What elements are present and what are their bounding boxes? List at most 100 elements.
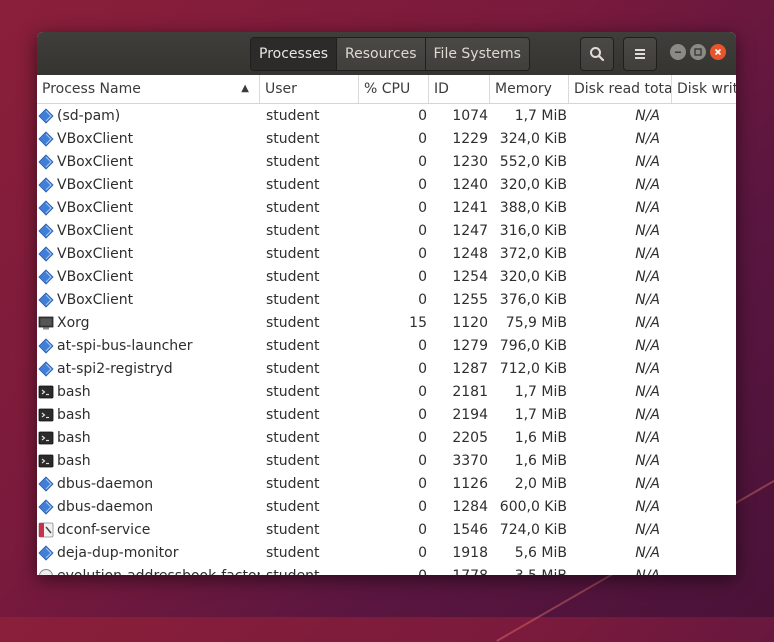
process-name-cell: VBoxClient	[37, 246, 260, 262]
user-cell: student	[266, 130, 320, 147]
cpu-cell: 0	[418, 245, 427, 262]
table-row[interactable]: evolution-addressbook-factorystudent0177…	[37, 564, 736, 575]
table-row[interactable]: bash student 0 2205 1,6 MiB N/A	[37, 426, 736, 449]
column-label: ID	[434, 81, 449, 97]
process-name-cell: VBoxClient	[37, 154, 260, 170]
diamond-icon	[38, 268, 54, 285]
view-switcher: Processes Resources File Systems	[250, 37, 530, 71]
terminal-icon	[38, 384, 54, 400]
memory-cell: 320,0 KiB	[499, 268, 567, 285]
table-row[interactable]: bash student 0 2181 1,7 MiB N/A	[37, 380, 736, 403]
tab-file-systems[interactable]: File Systems	[425, 38, 529, 70]
cpu-cell: 0	[418, 199, 427, 216]
table-row[interactable]: VBoxClient student 0 1241 388,0 KiB N/A	[37, 196, 736, 219]
maximize-button[interactable]	[690, 44, 706, 60]
memory-cell: 316,0 KiB	[499, 222, 567, 239]
process-name-cell: bash	[37, 430, 260, 446]
table-row[interactable]: dbus-daemon student 0 1284 600,0 KiB N/A	[37, 495, 736, 518]
disk-read-cell: N/A	[635, 176, 660, 193]
pid-cell: 2181	[452, 383, 488, 400]
memory-cell: 2,0 MiB	[514, 475, 567, 492]
diamond-icon	[38, 153, 54, 170]
disk-read-cell: N/A	[635, 130, 660, 147]
tab-processes[interactable]: Processes	[251, 38, 338, 70]
user-cell: student	[266, 544, 320, 561]
column-disk-read-total[interactable]: Disk read tota	[569, 75, 672, 103]
disk-read-cell: N/A	[635, 429, 660, 446]
column-label: Disk read tota	[574, 81, 672, 97]
hamburger-menu-icon	[635, 49, 645, 59]
table-row[interactable]: deja-dup-monitor student 0 1918 5,6 MiB N/A	[37, 541, 736, 564]
user-cell: student	[266, 107, 320, 124]
column-id[interactable]: ID	[429, 75, 490, 103]
process-name-cell: dconf-service	[37, 522, 260, 538]
cpu-cell: 15	[409, 314, 427, 331]
memory-cell: 1,7 MiB	[514, 406, 567, 423]
disk-read-cell: N/A	[635, 291, 660, 308]
user-cell: student	[266, 498, 320, 515]
column-label: % CPU	[364, 81, 411, 97]
memory-cell: 320,0 KiB	[499, 176, 567, 193]
memory-cell: 1,7 MiB	[514, 383, 567, 400]
diamond-icon	[38, 544, 54, 561]
table-row[interactable]: (sd-pam) student 0 1074 1,7 MiB N/A	[37, 104, 736, 127]
table-row[interactable]: VBoxClient student 0 1255 376,0 KiB N/A	[37, 288, 736, 311]
column-label: User	[265, 81, 297, 97]
process-name: VBoxClient	[57, 199, 134, 216]
column-header-row: Process Name ▲ User % CPU ID Memory Disk…	[37, 75, 736, 104]
close-button[interactable]	[710, 44, 726, 60]
cpu-cell: 0	[418, 107, 427, 124]
user-cell: student	[266, 475, 320, 492]
process-name: VBoxClient	[57, 222, 134, 239]
table-row[interactable]: dbus-daemon student 0 1126 2,0 MiB N/A	[37, 472, 736, 495]
diamond-icon	[38, 130, 54, 147]
table-row[interactable]: VBoxClient student 0 1248 372,0 KiB N/A	[37, 242, 736, 265]
table-row[interactable]: VBoxClient student 0 1240 320,0 KiB N/A	[37, 173, 736, 196]
column-user[interactable]: User	[260, 75, 359, 103]
column-disk-write[interactable]: Disk writ	[672, 75, 736, 103]
tab-resources[interactable]: Resources	[337, 38, 426, 70]
pid-cell: 1074	[452, 107, 488, 124]
memory-cell: 75,9 MiB	[505, 314, 567, 331]
user-cell: student	[266, 153, 320, 170]
diamond-icon	[38, 498, 54, 515]
table-row[interactable]: bash student 0 3370 1,6 MiB N/A	[37, 449, 736, 472]
memory-cell: 372,0 KiB	[499, 245, 567, 262]
table-row[interactable]: VBoxClient student 0 1229 324,0 KiB N/A	[37, 127, 736, 150]
table-row[interactable]: VBoxClient student 0 1254 320,0 KiB N/A	[37, 265, 736, 288]
table-row[interactable]: Xorg student 15 1120 75,9 MiB N/A	[37, 311, 736, 334]
process-name: VBoxClient	[57, 153, 134, 170]
disk-read-cell: N/A	[635, 107, 660, 124]
memory-cell: 3,5 MiB	[490, 568, 569, 576]
process-name-cell: (sd-pam)	[37, 108, 260, 124]
table-row[interactable]: at-spi2-registryd student 0 1287 712,0 KiB N/…	[37, 357, 736, 380]
table-row[interactable]: VBoxClient student 0 1230 552,0 KiB N/A	[37, 150, 736, 173]
pid-cell: 1248	[452, 245, 488, 262]
process-name: dbus-daemon	[57, 498, 154, 515]
table-row[interactable]: bash student 0 2194 1,7 MiB N/A	[37, 403, 736, 426]
search-button[interactable]	[580, 37, 614, 71]
disk-read-cell: N/A	[635, 153, 660, 170]
process-name-cell: VBoxClient	[37, 177, 260, 193]
pid-cell: 3370	[452, 452, 488, 469]
column-cpu[interactable]: % CPU	[359, 75, 429, 103]
cpu-cell: 0	[418, 383, 427, 400]
pid-cell: 1240	[452, 176, 488, 193]
column-memory[interactable]: Memory	[490, 75, 569, 103]
menu-button[interactable]	[623, 37, 657, 71]
minimize-button[interactable]	[670, 44, 686, 60]
process-name: bash	[57, 429, 91, 446]
process-name-cell: deja-dup-monitor	[37, 545, 260, 561]
minimize-icon	[675, 51, 681, 53]
user-cell: student	[266, 383, 320, 400]
disk-read-cell: N/A	[635, 544, 660, 561]
process-name: VBoxClient	[57, 291, 134, 308]
diamond-icon	[38, 475, 54, 492]
table-row[interactable]: at-spi-bus-launcher student 0 1279 796,0 KiB…	[37, 334, 736, 357]
column-label: Process Name	[42, 81, 141, 97]
disk-read-cell: N/A	[635, 222, 660, 239]
table-row[interactable]: VBoxClient student 0 1247 316,0 KiB N/A	[37, 219, 736, 242]
table-row[interactable]: dconf-service student 0 1546 724,0 KiB N/A	[37, 518, 736, 541]
diamond-icon	[38, 222, 54, 239]
column-process-name[interactable]: Process Name ▲	[37, 75, 260, 103]
